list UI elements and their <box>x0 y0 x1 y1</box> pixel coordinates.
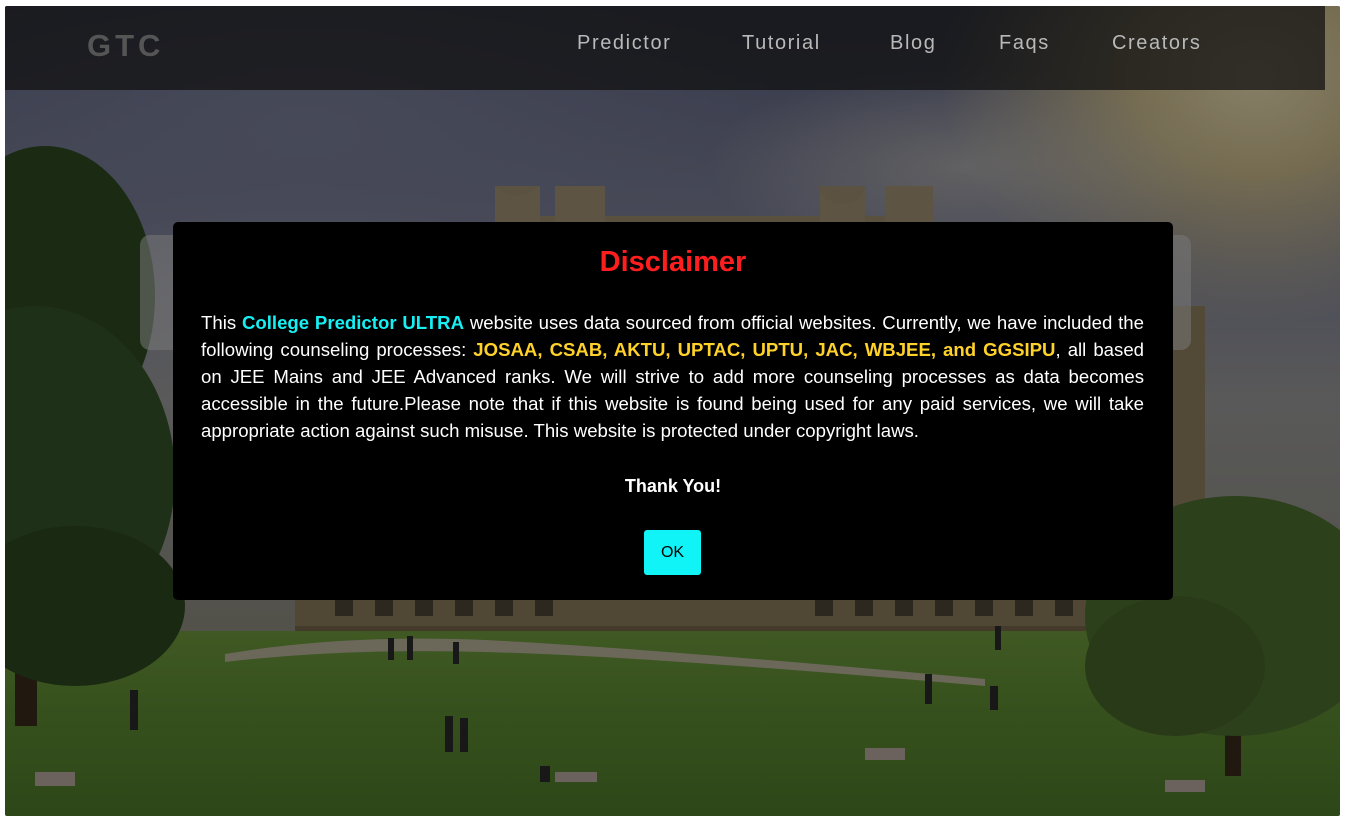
disclaimer-modal: Disclaimer This College Predictor ULTRA … <box>173 222 1173 600</box>
modal-title: Disclaimer <box>599 246 747 278</box>
body-text-1: This <box>201 312 242 333</box>
nav-link-blog[interactable]: Blog <box>890 32 999 55</box>
brand-logo[interactable]: GTC <box>87 28 164 64</box>
nav-link-predictor[interactable]: Predictor <box>577 32 742 55</box>
thank-you-text: Thank You! <box>624 476 722 496</box>
nav-link-creators[interactable]: Creators <box>1112 32 1232 55</box>
navbar: GTC Predictor Tutorial Blog Faqs Creator… <box>5 6 1325 90</box>
site-name-highlight: College Predictor ULTRA <box>241 312 464 333</box>
processes-highlight: JOSAA, CSAB, AKTU, UPTAC, UPTU, JAC, WBJ… <box>473 339 1056 360</box>
ok-button[interactable]: OK <box>644 530 701 575</box>
modal-body: This College Predictor ULTRA website use… <box>201 309 1144 444</box>
nav-link-faqs[interactable]: Faqs <box>999 32 1112 55</box>
nav-links: Predictor Tutorial Blog Faqs Creators <box>577 32 1232 55</box>
nav-link-tutorial[interactable]: Tutorial <box>742 32 890 55</box>
page-frame: GTC Predictor Tutorial Blog Faqs Creator… <box>5 6 1340 816</box>
